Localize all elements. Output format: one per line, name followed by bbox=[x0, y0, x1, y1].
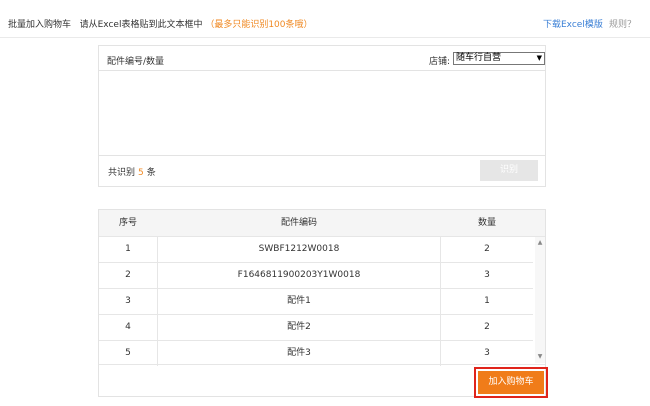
table-row[interactable]: 3 配件1 1 bbox=[99, 289, 533, 315]
row-quantity: 3 bbox=[484, 348, 490, 358]
store-select[interactable]: 随车行自营 ▼ bbox=[453, 52, 545, 65]
top-bar: 批量加入购物车 请从Excel表格贴到此文本框中 （最多只能识别100条哦） 下… bbox=[0, 0, 650, 38]
row-part-code: SWBF1212W0018 bbox=[258, 244, 340, 254]
add-to-cart-button[interactable]: 加入购物车 bbox=[478, 371, 544, 394]
count-prefix: 共识别 bbox=[108, 168, 136, 178]
table-row[interactable]: 5 配件3 3 bbox=[99, 341, 533, 366]
row-part-code: 配件3 bbox=[287, 348, 311, 358]
store-selected-value: 随车行自营 bbox=[456, 53, 502, 63]
recognize-button[interactable]: 识别 bbox=[480, 160, 538, 181]
table-row[interactable]: 1 SWBF1212W0018 2 bbox=[99, 237, 533, 263]
header-part-code: 配件编码 bbox=[280, 218, 317, 228]
row-quantity: 2 bbox=[484, 322, 490, 332]
recognized-count: 共识别 5 条 bbox=[108, 165, 156, 178]
header-index: 序号 bbox=[118, 218, 137, 228]
row-part-code: 配件1 bbox=[287, 296, 311, 306]
rules-link[interactable]: 规则？ bbox=[609, 17, 636, 30]
table-footer-divider bbox=[99, 364, 545, 365]
header-quantity: 数量 bbox=[477, 218, 496, 228]
download-excel-template-link[interactable]: 下载Excel模版 bbox=[543, 17, 603, 30]
row-index: 4 bbox=[125, 322, 131, 332]
scroll-up-icon[interactable]: ▲ bbox=[536, 239, 544, 247]
page-title: 批量加入购物车 请从Excel表格贴到此文本框中 （最多只能识别100条哦） bbox=[8, 17, 313, 30]
instruction-text: 请从Excel表格贴到此文本框中 bbox=[79, 20, 203, 30]
input-panel: 配件编号/数量 店铺: 随车行自营 ▼ 共识别 5 条 识别 bbox=[98, 45, 546, 187]
table-row[interactable]: 4 配件2 2 bbox=[99, 315, 533, 341]
row-quantity: 1 bbox=[484, 296, 490, 306]
row-quantity: 2 bbox=[484, 244, 490, 254]
title-text: 批量加入购物车 bbox=[8, 20, 72, 30]
paste-textarea[interactable] bbox=[99, 70, 545, 156]
limit-hint: （最多只能识别100条哦） bbox=[205, 20, 313, 30]
count-value: 5 bbox=[138, 168, 144, 178]
table-scrollbar[interactable]: ▲ ▼ bbox=[535, 237, 545, 363]
row-index: 2 bbox=[125, 270, 131, 280]
row-index: 3 bbox=[125, 296, 131, 306]
row-part-code: 配件2 bbox=[287, 322, 311, 332]
row-index: 5 bbox=[125, 348, 131, 358]
row-part-code: F1646811900203Y1W0018 bbox=[237, 270, 361, 280]
table-header: 序号 配件编码 数量 bbox=[99, 210, 545, 237]
row-quantity: 3 bbox=[484, 270, 490, 280]
store-label: 店铺: bbox=[429, 57, 451, 67]
dropdown-arrow-icon: ▼ bbox=[536, 54, 542, 62]
part-number-quantity-label: 配件编号/数量 bbox=[107, 57, 165, 67]
table-row[interactable]: 2 F1646811900203Y1W0018 3 bbox=[99, 263, 533, 289]
count-suffix: 条 bbox=[146, 168, 156, 178]
row-index: 1 bbox=[125, 244, 131, 254]
scroll-down-icon[interactable]: ▼ bbox=[536, 353, 544, 361]
